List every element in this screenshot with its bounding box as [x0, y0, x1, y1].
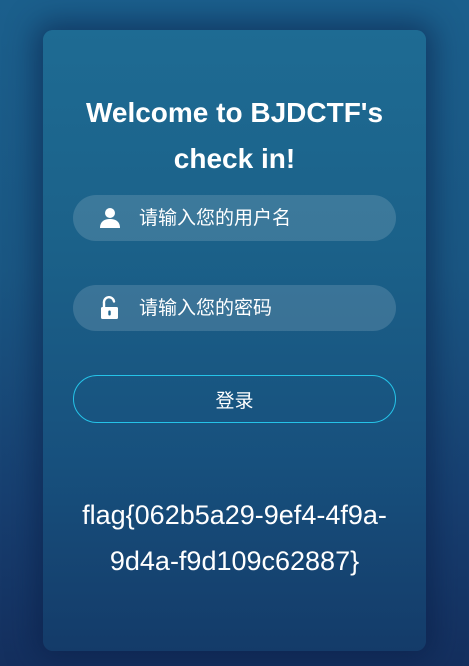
user-icon: [100, 208, 120, 228]
title-line-2: check in!: [173, 143, 296, 174]
username-input[interactable]: [139, 195, 379, 241]
flag-line-2: 9d4a-f9d109c62887}: [109, 546, 360, 576]
password-field[interactable]: [73, 285, 396, 331]
unlock-icon: [101, 296, 118, 319]
username-field[interactable]: [73, 195, 396, 241]
login-card: Welcome to BJDCTF's check in! 登录 flag{06…: [43, 30, 426, 651]
password-input[interactable]: [139, 285, 379, 331]
title-line-1: Welcome to BJDCTF's: [85, 97, 384, 128]
flag-text: flag{062b5a29-9ef4-4f9a- 9d4a-f9d109c628…: [43, 492, 426, 584]
login-button[interactable]: 登录: [73, 375, 396, 423]
flag-line-1: flag{062b5a29-9ef4-4f9a-: [82, 500, 387, 530]
page-title: Welcome to BJDCTF's check in!: [43, 90, 426, 182]
